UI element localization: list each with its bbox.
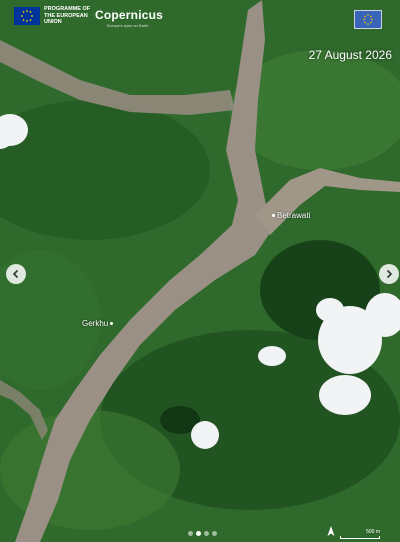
chevron-left-icon [12, 269, 19, 279]
pagination-dot[interactable] [188, 531, 193, 536]
scale-bar: 500 m [340, 529, 380, 539]
eu-programme-text: PROGRAMME OF THE EUROPEAN UNION [44, 6, 91, 25]
acquisition-date: 27 August 2026 [308, 48, 392, 62]
satellite-image [0, 0, 400, 542]
copernicus-logo: Copernicus Europe's eyes on Earth [95, 6, 163, 28]
copernicus-wordmark: Copernicus [95, 8, 164, 22]
place-dot [110, 322, 114, 325]
place-label-gerkhu: Gerkhu [82, 319, 114, 328]
place-dot [272, 214, 275, 217]
previous-image-button[interactable] [6, 264, 26, 284]
pagination-dot[interactable] [212, 531, 217, 536]
place-name: Gerkhu [82, 319, 109, 328]
pagination-dot[interactable] [204, 531, 209, 536]
chevron-right-icon [386, 269, 393, 279]
eu-flag-icon [14, 6, 40, 25]
place-label-betrawati: Betrawati [272, 211, 310, 220]
pagination-dots [188, 531, 217, 536]
place-name: Betrawati [277, 211, 311, 220]
copernicus-tagline: Europe's eyes on Earth [107, 23, 149, 28]
north-arrow-icon [327, 526, 335, 536]
pagination-dot-active[interactable] [196, 531, 201, 536]
eu-programme-logo: PROGRAMME OF THE EUROPEAN UNION [14, 6, 96, 26]
scale-label: 500 m [366, 529, 380, 535]
next-image-button[interactable] [379, 264, 399, 284]
scale-bar-line [340, 536, 380, 539]
eu-flag-button[interactable] [354, 10, 382, 29]
satellite-viewer: PROGRAMME OF THE EUROPEAN UNION Copernic… [0, 0, 400, 542]
